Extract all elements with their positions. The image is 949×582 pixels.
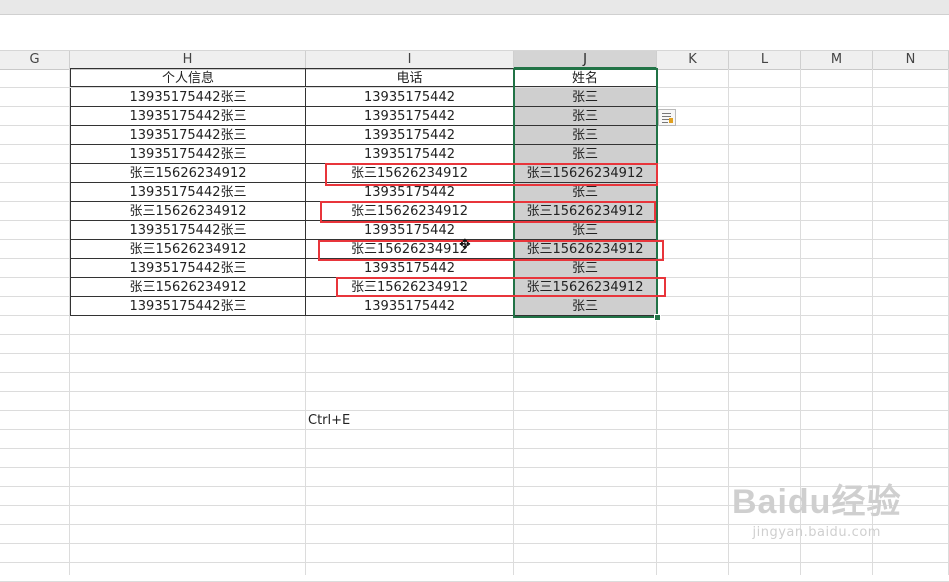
table-cell-i[interactable]: 张三15626234912: [306, 240, 514, 259]
table-cell-j[interactable]: 张三: [514, 145, 657, 164]
table-cell-h[interactable]: 13935175442张三: [70, 259, 306, 278]
table-cell-h[interactable]: 13935175442张三: [70, 183, 306, 202]
table-cell-h[interactable]: 13935175442张三: [70, 297, 306, 316]
move-cursor-icon: ✥: [459, 237, 471, 253]
grid-row: [0, 544, 949, 563]
flash-fill-options-icon[interactable]: [658, 109, 676, 126]
table-cell-i[interactable]: 张三15626234912: [306, 202, 514, 221]
header-cell-j[interactable]: 姓名: [514, 68, 657, 87]
table-cell-j[interactable]: 张三: [514, 259, 657, 278]
ribbon-strip: [0, 0, 949, 15]
table-cell-i[interactable]: 张三15626234912: [306, 278, 514, 297]
table-cell-i[interactable]: 13935175442: [306, 145, 514, 164]
table-cell-h[interactable]: 13935175442张三: [70, 88, 306, 107]
table-cell-j[interactable]: 张三: [514, 297, 657, 316]
column-header-l[interactable]: L: [729, 51, 801, 69]
table-cell-i[interactable]: 13935175442: [306, 259, 514, 278]
shortcut-note: Ctrl+E: [308, 413, 351, 428]
table-cell-i[interactable]: 13935175442: [306, 88, 514, 107]
watermark-main: Baidu经验: [732, 483, 902, 521]
grid-row: [0, 430, 949, 449]
table-cell-j[interactable]: 张三15626234912: [514, 278, 657, 297]
fill-handle[interactable]: [654, 314, 661, 321]
column-header-i[interactable]: I: [306, 51, 514, 69]
column-header-g[interactable]: G: [0, 51, 70, 69]
table-cell-i[interactable]: 13935175442: [306, 107, 514, 126]
baidu-watermark: Baidu经验 jingyan.baidu.com: [732, 474, 901, 540]
table-cell-h[interactable]: 13935175442张三: [70, 107, 306, 126]
column-header-n[interactable]: N: [873, 51, 949, 69]
header-cell-i[interactable]: 电话: [306, 68, 514, 87]
header-cell-h[interactable]: 个人信息: [70, 68, 306, 87]
table-cell-i[interactable]: 13935175442: [306, 183, 514, 202]
table-cell-j[interactable]: 张三: [514, 183, 657, 202]
table-cell-h[interactable]: 张三15626234912: [70, 202, 306, 221]
grid-row: [0, 354, 949, 373]
grid-row: [0, 335, 949, 354]
table-cell-j[interactable]: 张三: [514, 126, 657, 145]
grid-column-line: [728, 69, 729, 575]
table-cell-i[interactable]: 张三15626234912: [306, 164, 514, 183]
table-cell-i[interactable]: 13935175442: [306, 126, 514, 145]
table-cell-h[interactable]: 13935175442张三: [70, 126, 306, 145]
grid-row: [0, 392, 949, 411]
table-cell-j[interactable]: 张三: [514, 107, 657, 126]
table-cell-h[interactable]: 张三15626234912: [70, 240, 306, 259]
table-cell-h[interactable]: 13935175442张三: [70, 221, 306, 240]
table-cell-j[interactable]: 张三: [514, 221, 657, 240]
table-cell-j[interactable]: 张三15626234912: [514, 164, 657, 183]
grid-row: [0, 373, 949, 392]
grid-row: [0, 563, 949, 582]
table-cell-h[interactable]: 张三15626234912: [70, 164, 306, 183]
table-cell-j[interactable]: 张三15626234912: [514, 240, 657, 259]
column-header-k[interactable]: K: [657, 51, 729, 69]
column-header-j[interactable]: J: [514, 51, 657, 69]
column-header-h[interactable]: H: [70, 51, 306, 69]
table-cell-j[interactable]: 张三15626234912: [514, 202, 657, 221]
formula-bar-area: [0, 15, 949, 51]
grid-row: [0, 316, 949, 335]
table-cell-i[interactable]: 13935175442: [306, 221, 514, 240]
grid-row: [0, 411, 949, 430]
table-cell-i[interactable]: 13935175442: [306, 297, 514, 316]
grid-row: [0, 449, 949, 468]
table-cell-h[interactable]: 张三15626234912: [70, 278, 306, 297]
watermark-url: jingyan.baidu.com: [752, 525, 881, 540]
table-cell-j[interactable]: 张三: [514, 88, 657, 107]
table-cell-h[interactable]: 13935175442张三: [70, 145, 306, 164]
column-header-m[interactable]: M: [801, 51, 873, 69]
